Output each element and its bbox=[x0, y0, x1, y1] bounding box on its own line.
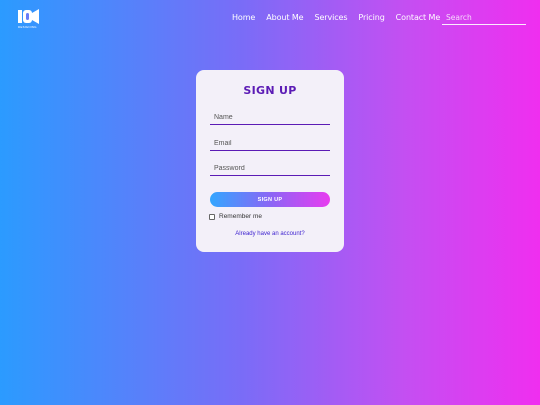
nav-link-about[interactable]: About Me bbox=[266, 13, 303, 22]
remember-checkbox[interactable] bbox=[209, 213, 215, 220]
signup-button[interactable]: SIGN UP bbox=[210, 192, 330, 207]
nav-link-pricing[interactable]: Pricing bbox=[358, 13, 384, 22]
name-field[interactable] bbox=[210, 111, 330, 125]
search-input[interactable] bbox=[442, 10, 526, 25]
signup-card: SIGN UP SIGN UP Remember me Already have… bbox=[196, 70, 344, 252]
email-field[interactable] bbox=[210, 137, 330, 151]
signup-title: SIGN UP bbox=[243, 84, 297, 97]
nav-link-services[interactable]: Services bbox=[314, 13, 347, 22]
password-field[interactable] bbox=[210, 162, 330, 176]
logo-text: DESIGNING bbox=[18, 25, 37, 29]
brand-logo[interactable]: DESIGNING bbox=[18, 9, 40, 29]
nav-links: Home About Me Services Pricing Contact M… bbox=[232, 13, 440, 22]
remember-me[interactable]: Remember me bbox=[209, 213, 262, 220]
top-nav: DESIGNING Home About Me Services Pricing… bbox=[0, 0, 540, 36]
nav-link-contact[interactable]: Contact Me bbox=[396, 13, 441, 22]
login-link[interactable]: Already have an account? bbox=[196, 231, 344, 237]
camera-logo-icon bbox=[18, 9, 39, 24]
nav-link-home[interactable]: Home bbox=[232, 13, 255, 22]
remember-label: Remember me bbox=[219, 213, 262, 220]
